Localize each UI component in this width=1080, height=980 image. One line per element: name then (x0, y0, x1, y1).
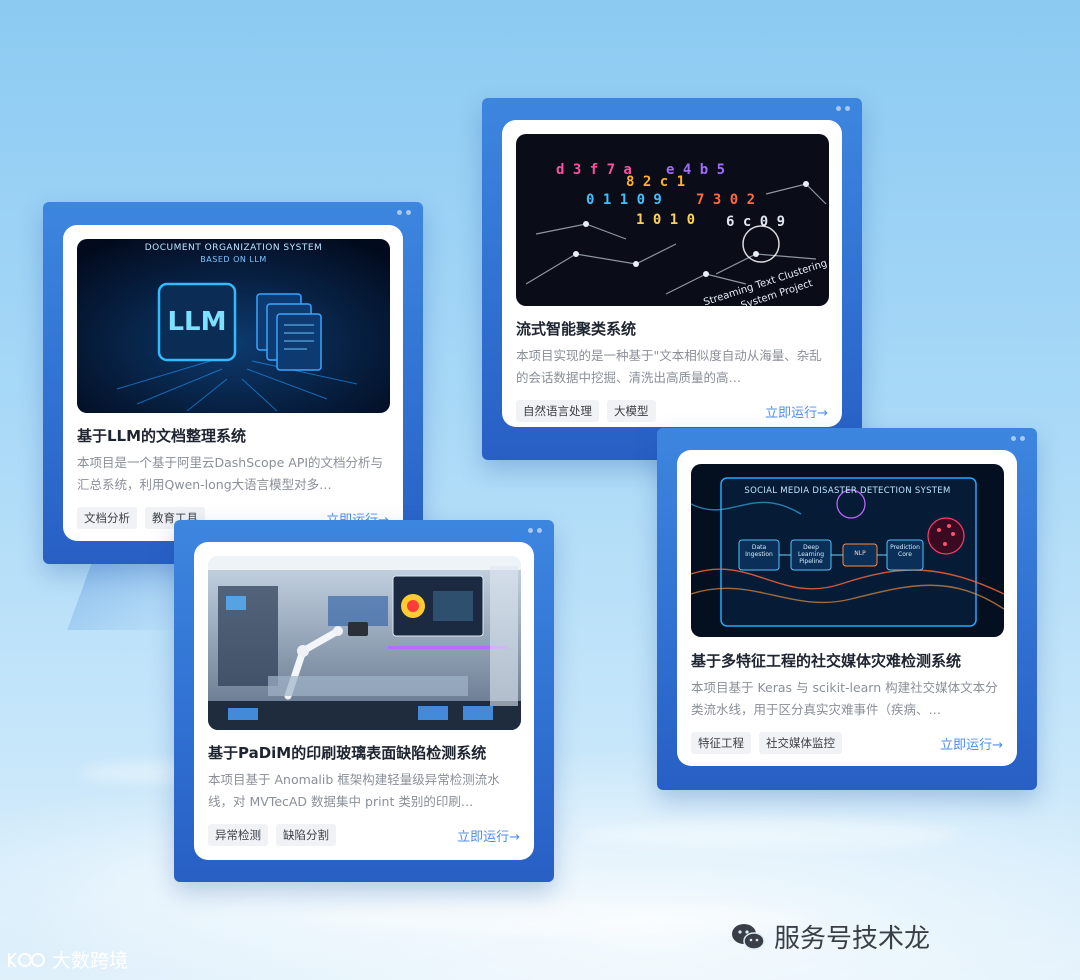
tag[interactable]: 缺陷分割 (276, 824, 336, 846)
tag[interactable]: 自然语言处理 (516, 400, 599, 422)
image-step: Prediction Core (890, 544, 920, 558)
brand-icon (8, 951, 45, 968)
card-description: 本项目是一个基于阿里云DashScope API的文档分析与汇总系统，利用Qwe… (77, 455, 384, 492)
panel-dots (1011, 436, 1025, 441)
card-tags: 自然语言处理 大模型 (516, 400, 656, 422)
card-thumbnail[interactable]: d 3 f 7 a8 2 c 1 0 1 1 0 9e 4 b 5 7 3 0 … (516, 134, 829, 306)
project-card-padim[interactable]: 基于PaDiM的印刷玻璃表面缺陷检测系统 本项目基于 Anomalib 框架构建… (194, 542, 534, 860)
svg-text:d 3 f 7 a: d 3 f 7 a (556, 162, 632, 178)
watermark: 服务号技术龙 (730, 918, 930, 955)
run-now-link[interactable]: 立即运行→ (457, 826, 520, 845)
svg-text:7 3 0 2: 7 3 0 2 (696, 192, 755, 208)
image-caption: DOCUMENT ORGANIZATION SYSTEM (144, 243, 323, 253)
run-now-link[interactable]: 立即运行→ (765, 402, 828, 421)
tag[interactable]: 特征工程 (691, 732, 751, 754)
project-card-stream-cluster[interactable]: d 3 f 7 a8 2 c 1 0 1 1 0 9e 4 b 5 7 3 0 … (502, 120, 842, 427)
tag[interactable]: 异常检测 (208, 824, 268, 846)
card-description: 本项目基于 Anomalib 框架构建轻量级异常检测流水线，对 MVTecAD … (208, 772, 500, 809)
tag[interactable]: 社交媒体监控 (759, 732, 842, 754)
image-subcaption: BASED ON LLM (200, 255, 267, 264)
card-title[interactable]: 流式智能聚类系统 (516, 318, 636, 339)
card-thumbnail[interactable]: SOCIAL MEDIA DISASTER DETECTION SYSTEM D… (691, 464, 1004, 637)
run-now-link[interactable]: 立即运行→ (940, 734, 1003, 753)
card-thumbnail[interactable] (208, 556, 521, 730)
panel-dots (397, 210, 411, 215)
image-step: NLP (854, 550, 866, 557)
watermark-text: 服务号技术龙 (774, 924, 931, 954)
llm-badge: LLM (167, 307, 227, 337)
tag[interactable]: 文档分析 (77, 507, 137, 529)
card-description: 本项目基于 Keras 与 scikit-learn 构建社交媒体文本分类流水线… (691, 680, 998, 717)
image-step: Data Ingestion (745, 544, 773, 558)
panel-dots (528, 528, 542, 533)
card-tags: 特征工程 社交媒体监控 (691, 732, 842, 754)
brand-logo: 大数跨境 (6, 946, 128, 973)
project-card-llm-doc[interactable]: DOCUMENT ORGANIZATION SYSTEM BASED ON LL… (63, 225, 403, 541)
card-title[interactable]: 基于LLM的文档整理系统 (77, 425, 246, 446)
project-card-disaster[interactable]: SOCIAL MEDIA DISASTER DETECTION SYSTEM D… (677, 450, 1017, 766)
svg-text:0 1 1 0 9: 0 1 1 0 9 (586, 192, 662, 208)
card-title[interactable]: 基于多特征工程的社交媒体灾难检测系统 (691, 650, 961, 671)
panel-dots (836, 106, 850, 111)
svg-text:e 4 b 5: e 4 b 5 (666, 162, 725, 178)
card-title[interactable]: 基于PaDiM的印刷玻璃表面缺陷检测系统 (208, 742, 486, 763)
svg-text:1 0 1 0: 1 0 1 0 (636, 212, 695, 228)
image-caption: SOCIAL MEDIA DISASTER DETECTION SYSTEM (744, 486, 951, 496)
image-step: Deep Learning Pipeline (797, 544, 825, 565)
brand-name: 大数跨境 (52, 950, 129, 972)
card-thumbnail[interactable]: DOCUMENT ORGANIZATION SYSTEM BASED ON LL… (77, 239, 390, 413)
card-description: 本项目实现的是一种基于"文本相似度自动从海量、杂乱的会话数据中挖掘、清洗出高质量… (516, 348, 822, 385)
card-tags: 异常检测 缺陷分割 (208, 824, 336, 846)
wechat-icon (732, 923, 765, 950)
tag[interactable]: 大模型 (607, 400, 656, 422)
